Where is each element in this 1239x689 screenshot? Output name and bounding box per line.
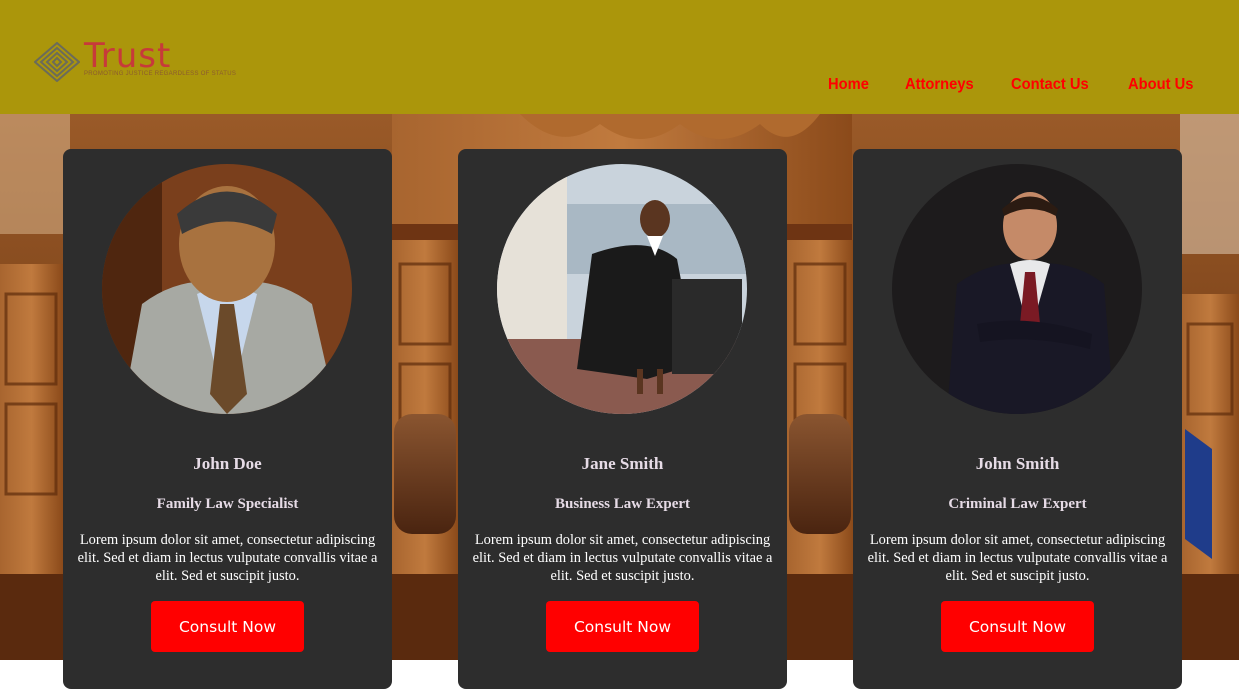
nav-home[interactable]: Home — [828, 76, 869, 94]
logo-mark-icon — [34, 42, 80, 82]
attorney-role: Criminal Law Expert — [948, 496, 1087, 512]
attorney-card-john-doe: John Doe Family Law Specialist Lorem ips… — [63, 149, 392, 689]
attorney-name: John Doe — [193, 454, 262, 473]
attorney-photo — [497, 164, 747, 414]
site-header: Trust PROMOTING JUSTICE REGARDLESS OF ST… — [0, 0, 1239, 114]
main-nav: Home Attorneys Contact Us About Us — [828, 76, 1199, 94]
logo[interactable]: Trust PROMOTING JUSTICE REGARDLESS OF ST… — [34, 36, 236, 84]
attorney-description: Lorem ipsum dolor sit amet, consectetur … — [77, 532, 378, 584]
consult-now-button[interactable]: Consult Now — [151, 601, 304, 652]
attorney-photo — [102, 164, 352, 414]
consult-now-button[interactable]: Consult Now — [941, 601, 1094, 652]
attorney-name: John Smith — [975, 454, 1060, 473]
logo-tagline: PROMOTING JUSTICE REGARDLESS OF STATUS — [84, 71, 237, 77]
attorney-card-jane-smith: Jane Smith Business Law Expert Lorem ips… — [458, 149, 787, 689]
attorney-description: Lorem ipsum dolor sit amet, consectetur … — [472, 532, 773, 584]
attorney-role: Family Law Specialist — [156, 496, 299, 512]
attorney-card-john-smith: John Smith Criminal Law Expert Lorem ips… — [853, 149, 1182, 689]
attorney-description: Lorem ipsum dolor sit amet, consectetur … — [867, 532, 1168, 584]
nav-attorneys[interactable]: Attorneys — [905, 76, 974, 94]
logo-wordmark: Trust — [84, 36, 172, 76]
nav-about-us[interactable]: About Us — [1128, 76, 1193, 94]
attorney-photo — [892, 164, 1142, 414]
attorney-role: Business Law Expert — [554, 496, 691, 512]
consult-now-button[interactable]: Consult Now — [546, 601, 699, 652]
nav-contact-us[interactable]: Contact Us — [1011, 76, 1089, 94]
attorney-name: Jane Smith — [581, 454, 664, 473]
